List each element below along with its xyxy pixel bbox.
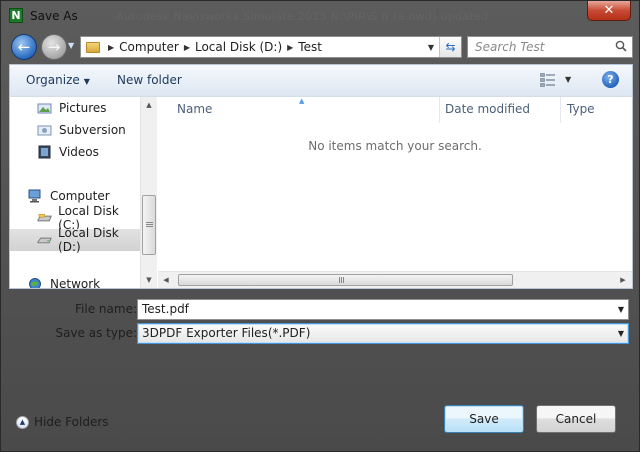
address-bar[interactable]: ▶ Computer ▶ Local Disk (D:) ▶ Test ▼ ⇆ xyxy=(80,36,462,58)
column-name[interactable]: Name xyxy=(177,102,212,116)
navigation-scrollbar[interactable]: ▲ ▼ xyxy=(140,97,157,288)
close-icon: ✕ xyxy=(603,3,615,18)
breadcrumb-test[interactable]: Test xyxy=(298,40,322,54)
cancel-button[interactable]: Cancel xyxy=(536,405,616,433)
empty-results-message: No items match your search. xyxy=(308,139,482,153)
view-options-dropdown-icon[interactable]: ▼ xyxy=(565,75,571,84)
navigation-pane: Pictures Subversion Videos Computer Loca… xyxy=(10,97,158,288)
pictures-icon xyxy=(37,103,52,114)
breadcrumb-local-disk-d[interactable]: Local Disk (D:) xyxy=(195,40,282,54)
refresh-button[interactable]: ⇆ xyxy=(439,37,461,57)
new-folder-button[interactable]: New folder xyxy=(117,73,182,87)
change-view-icon[interactable] xyxy=(540,73,556,87)
window-title: Save As xyxy=(30,9,78,23)
sort-ascending-icon: ▲ xyxy=(299,97,305,105)
sidebar-item-label: Computer xyxy=(50,189,110,203)
sidebar-item-local-disk-d[interactable]: Local Disk (D:) xyxy=(10,226,140,254)
close-button[interactable]: ✕ xyxy=(587,1,631,21)
save-form: File name: Test.pdf ▼ Save as type: 3DPD… xyxy=(9,289,633,349)
sidebar-item-label: Network xyxy=(50,277,101,288)
command-toolbar: Organize ▼ New folder ▼ ? xyxy=(9,64,633,96)
browser-panes: Pictures Subversion Videos Computer Loca… xyxy=(9,96,633,289)
column-divider[interactable] xyxy=(439,97,440,123)
drive-c-icon xyxy=(37,213,52,222)
folder-icon xyxy=(86,41,100,53)
arrow-left-icon: ← xyxy=(17,38,31,56)
scroll-up-icon[interactable]: ▲ xyxy=(141,97,157,113)
videos-icon xyxy=(38,145,51,159)
network-icon xyxy=(29,278,41,288)
file-name-label: File name: xyxy=(75,302,137,316)
column-header-row: ▲ Name Date modified Type xyxy=(158,97,632,123)
search-placeholder: Search Test xyxy=(475,40,545,54)
background-window-title: Autodesk Navisworks Simulate 2015 N:\P\R… xyxy=(116,10,489,23)
column-date-modified[interactable]: Date modified xyxy=(445,102,530,116)
chevron-down-icon[interactable]: ▼ xyxy=(618,329,624,338)
grip-line xyxy=(341,277,342,283)
sidebar-item-pictures[interactable]: Pictures xyxy=(37,97,140,119)
sidebar-item-label: Local Disk (D:) xyxy=(58,226,119,254)
sidebar-item-label: Pictures xyxy=(59,101,107,115)
column-type[interactable]: Type xyxy=(567,102,595,116)
search-icon[interactable] xyxy=(615,40,627,52)
sidebar-item-network[interactable]: Network xyxy=(28,273,140,288)
scroll-left-icon[interactable]: ◀ xyxy=(158,272,174,288)
organize-button[interactable]: Organize ▼ xyxy=(26,73,90,87)
grip-line xyxy=(146,224,153,225)
navisworks-app-icon: N xyxy=(9,8,23,23)
help-icon[interactable]: ? xyxy=(602,71,619,88)
scroll-down-icon[interactable]: ▼ xyxy=(141,272,157,288)
hide-folders-label: Hide Folders xyxy=(34,415,109,429)
address-dropdown-icon[interactable]: ▼ xyxy=(428,43,434,52)
grip-line xyxy=(146,222,153,223)
horizontal-scrollbar[interactable]: ◀ ▶ xyxy=(158,271,632,288)
sidebar-item-label: Videos xyxy=(59,145,99,159)
save-as-type-select[interactable]: 3DPDF Exporter Files(*.PDF) ▼ xyxy=(137,323,629,344)
file-list-pane: ▲ Name Date modified Type No items match… xyxy=(158,97,632,288)
save-button[interactable]: Save xyxy=(444,405,524,433)
recent-pages-dropdown-icon[interactable]: ▼ xyxy=(68,41,74,50)
sidebar-item-label: Subversion xyxy=(59,123,126,137)
scroll-right-icon[interactable]: ▶ xyxy=(615,272,631,288)
search-input[interactable]: Search Test xyxy=(467,36,633,58)
horizontal-scroll-thumb[interactable] xyxy=(178,274,513,286)
sidebar-item-subversion[interactable]: Subversion xyxy=(37,119,140,141)
title-bar[interactable]: N Save As Autodesk Navisworks Simulate 2… xyxy=(1,1,639,31)
hide-folders-button[interactable]: ▲ Hide Folders xyxy=(16,415,109,429)
breadcrumb-computer[interactable]: Computer xyxy=(119,40,179,54)
save-as-dialog: N Save As Autodesk Navisworks Simulate 2… xyxy=(0,0,640,452)
organize-label: Organize xyxy=(26,73,80,87)
back-button[interactable]: ← xyxy=(11,34,37,60)
grip-line xyxy=(343,277,344,283)
chevron-down-icon: ▼ xyxy=(83,77,90,86)
subversion-icon xyxy=(37,125,52,136)
save-as-type-label: Save as type: xyxy=(55,326,137,340)
breadcrumb-separator-icon[interactable]: ▶ xyxy=(184,43,190,52)
file-name-field[interactable]: Test.pdf ▼ xyxy=(137,299,629,320)
grip-line xyxy=(146,226,153,227)
file-name-value: Test.pdf xyxy=(142,302,189,316)
chevron-down-icon[interactable]: ▼ xyxy=(618,305,624,314)
chevron-up-icon: ▲ xyxy=(16,415,29,429)
arrow-right-icon: → xyxy=(47,38,61,56)
save-as-type-value: 3DPDF Exporter Files(*.PDF) xyxy=(142,326,311,340)
breadcrumb-separator-icon[interactable]: ▶ xyxy=(287,43,293,52)
computer-icon xyxy=(28,189,41,203)
forward-button[interactable]: → xyxy=(41,34,67,60)
column-divider[interactable] xyxy=(560,97,561,123)
refresh-icon: ⇆ xyxy=(445,40,456,54)
navigation-scroll-thumb[interactable] xyxy=(142,195,156,255)
grip-line xyxy=(339,277,340,283)
breadcrumb-separator-icon[interactable]: ▶ xyxy=(108,43,114,52)
drive-d-icon xyxy=(37,237,52,244)
sidebar-item-videos[interactable]: Videos xyxy=(37,141,140,163)
